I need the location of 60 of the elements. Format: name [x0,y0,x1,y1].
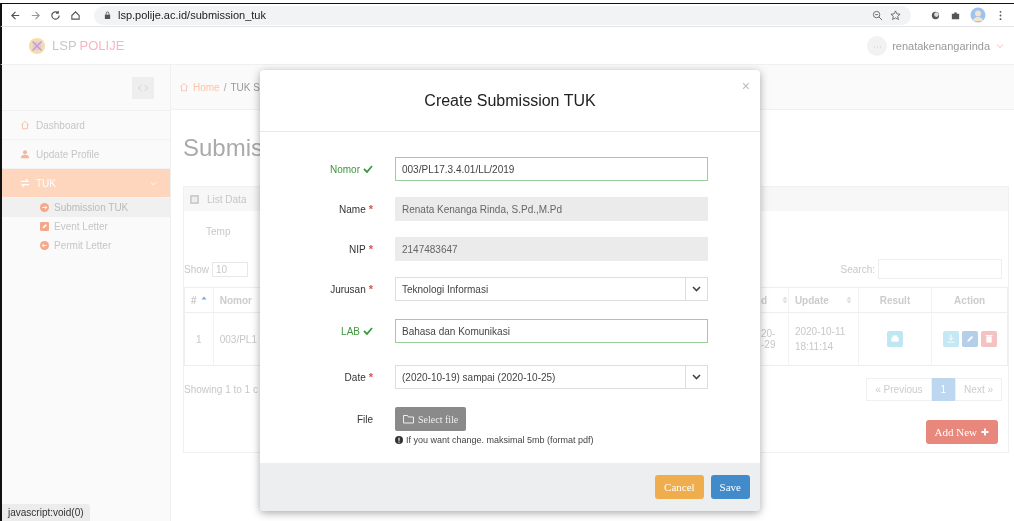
text-field[interactable]: Bahasa dan Komunikasi [395,319,708,343]
plus-icon [981,428,989,436]
field-label: Jurusan [330,283,366,295]
username[interactable]: renatakenangarinda [892,39,990,52]
text-field[interactable]: 2147483647 [395,237,708,261]
zoom-icon[interactable] [872,9,883,21]
home-icon[interactable] [70,9,81,21]
profile-avatar-icon[interactable] [970,7,986,23]
save-button[interactable]: Save [710,475,750,499]
house-icon [20,120,30,130]
breadcrumb-separator: / [223,81,227,93]
address-bar[interactable]: lsp.polije.ac.id/submission_tuk [94,5,911,25]
dialog-title: Create Submission TUK [424,91,596,110]
required-asterisk: * [368,203,373,215]
close-button[interactable]: × [741,78,750,94]
required-asterisk: * [368,243,373,255]
required-asterisk: * [368,371,373,383]
info-icon [395,436,403,444]
page-title: Submis [183,134,264,162]
cancel-button[interactable]: Cancel [655,475,704,499]
select-field[interactable]: (2020-10-19) sampai (2020-10-25) [395,365,708,389]
arrow-circle-icon [40,241,49,250]
folder-icon [403,414,415,424]
field-label: Date [344,371,366,383]
edit-button[interactable] [961,331,978,347]
column-header[interactable]: # [184,288,214,312]
image-icon [190,194,199,204]
logo-text: POLIJE [79,38,125,53]
breadcrumb-current: TUK S [230,81,260,93]
collapse-toggle-icon[interactable] [132,76,154,99]
house-icon [179,82,189,92]
status-bar: javascript:void(0) [2,504,90,521]
forward-icon[interactable] [30,9,41,21]
text-field[interactable]: 003/PL17.3.4.01/LL/2019 [395,157,708,181]
help-text: If you want change. maksimal 5mb (format pdf) [406,435,594,445]
arrow-circle-icon [40,203,49,212]
sidebar-item[interactable]: TUK [2,169,170,198]
reload-icon[interactable] [50,9,61,21]
page-button[interactable]: 1 [931,377,956,401]
breadcrumb-link[interactable]: Home [193,81,220,93]
field-label: Name [339,203,366,215]
field-label: File [356,413,373,425]
star-icon[interactable] [890,9,901,21]
add-new-button[interactable]: Add New [925,420,998,444]
field-label: LAB [341,325,360,337]
delete-button[interactable] [980,331,997,347]
url-text: lsp.polije.ac.id/submission_tuk [118,9,266,21]
extension-icon[interactable] [930,9,941,21]
text-field[interactable]: Renata Kenanga Rinda, S.Pd.,M.Pd [395,197,708,221]
required-asterisk: * [368,283,373,295]
lock-icon [104,10,111,20]
exchange-icon [20,178,30,188]
edit-icon [40,222,49,231]
field-label: NIP [349,243,366,255]
back-icon[interactable] [10,9,21,21]
select-field[interactable]: Teknologi Informasi [395,277,708,301]
select-file-button[interactable]: Select file [395,407,467,431]
person-icon [20,149,30,159]
logo-icon [28,36,46,55]
field-label: Nomor [330,163,360,175]
